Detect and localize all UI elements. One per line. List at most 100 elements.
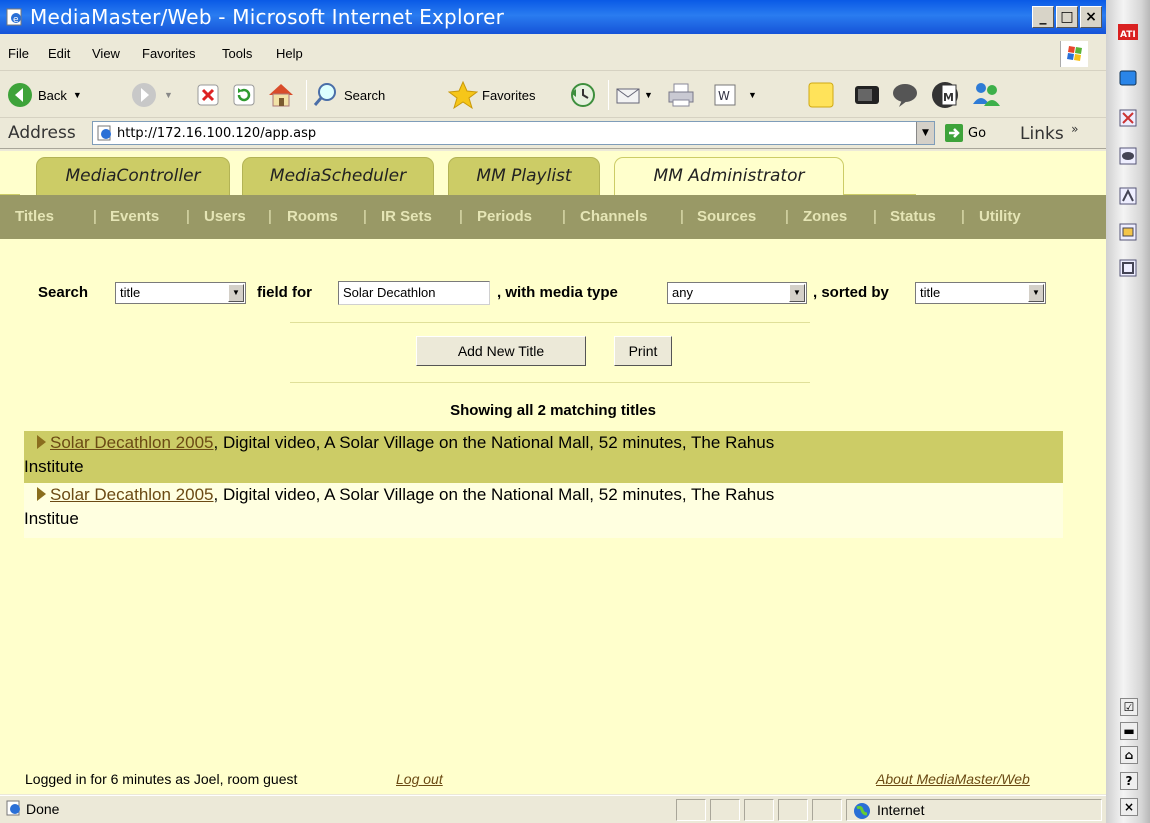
tool-icon-1[interactable] (1118, 108, 1138, 128)
title-details-cont: Institue (24, 509, 79, 528)
people-button[interactable] (970, 78, 1002, 112)
browser-window: e MediaMaster/Web - Microsoft Internet E… (0, 0, 1106, 823)
menu-tools[interactable]: Tools (222, 46, 252, 61)
close-button[interactable]: × (1080, 6, 1102, 28)
menu-help[interactable]: Help (276, 46, 303, 61)
help-icon[interactable]: ? (1120, 772, 1138, 790)
minimize-bar-icon[interactable]: ▬ (1120, 722, 1138, 740)
nav-channels[interactable]: Channels (580, 208, 648, 225)
zone-label: Internet (877, 802, 925, 818)
home-button[interactable] (266, 78, 296, 112)
media-type-select[interactable]: any ▼ (667, 282, 807, 304)
nav-sources[interactable]: Sources (697, 208, 756, 225)
tab-mediascheduler[interactable]: MediaScheduler (242, 157, 434, 195)
forward-button[interactable]: ▼ (130, 78, 173, 112)
search-field-select[interactable]: title ▼ (115, 282, 246, 304)
expand-triangle-icon[interactable] (37, 487, 46, 501)
home-small-icon[interactable]: ⌂ (1120, 746, 1138, 764)
page-icon (97, 125, 111, 141)
nav-ir-sets[interactable]: IR Sets (381, 208, 432, 225)
close-small-icon[interactable]: × (1120, 798, 1138, 816)
tab-mm-playlist[interactable]: MM Playlist (448, 157, 600, 195)
svg-text:W: W (718, 89, 730, 103)
edit-button[interactable]: W ▼ (712, 78, 757, 112)
nav-utility[interactable]: Utility (979, 208, 1021, 225)
screen-icon[interactable] (1118, 68, 1138, 88)
search-icon (313, 83, 336, 106)
menu-edit[interactable]: Edit (48, 46, 70, 61)
nav-periods[interactable]: Periods (477, 208, 532, 225)
address-dropdown-icon[interactable]: ▼ (916, 122, 934, 144)
logout-link[interactable]: Log out (396, 771, 443, 787)
sorted-by-value: title (920, 285, 941, 300)
address-input[interactable]: http://172.16.100.120/app.asp ▼ (92, 121, 935, 145)
chevron-down-icon: ▼ (228, 284, 244, 302)
media-button[interactable] (852, 78, 882, 112)
notes-button[interactable] (806, 78, 836, 112)
add-new-title-button[interactable]: Add New Title (416, 336, 586, 366)
tab-mediacontroller[interactable]: MediaController (36, 157, 230, 195)
menu-file[interactable]: File (8, 46, 29, 61)
media-type-label: , with media type (497, 284, 618, 301)
nav-users[interactable]: Users (204, 208, 246, 225)
nav-zones[interactable]: Zones (803, 208, 847, 225)
media-type-value: any (672, 285, 693, 300)
tab-mm-administrator[interactable]: MM Administrator (614, 157, 844, 195)
nav-titles[interactable]: Titles (15, 208, 54, 225)
maximize-button[interactable]: □ (1056, 6, 1078, 28)
title-details: , Digital video, A Solar Village on the … (213, 485, 775, 504)
mail-button[interactable]: ▼ (614, 78, 653, 112)
menu-view[interactable]: View (92, 46, 120, 61)
standard-toolbar: Back ▼ ▼ Search Favorites ▼ W ▼ M (0, 72, 1106, 118)
title-link[interactable]: Solar Decathlon 2005 (50, 433, 214, 452)
svg-text:ATI: ATI (1120, 30, 1136, 40)
checkbox-icon[interactable]: ☑ (1120, 698, 1138, 716)
about-link[interactable]: About MediaMaster/Web (876, 771, 1030, 787)
tool-icon-5[interactable] (1118, 258, 1138, 278)
back-arrow-icon (8, 83, 32, 107)
nav-events[interactable]: Events (110, 208, 159, 225)
search-button[interactable]: Search (312, 78, 385, 112)
print-toolbar-button[interactable] (666, 78, 696, 112)
svg-text:M: M (943, 91, 954, 104)
title-link[interactable]: Solar Decathlon 2005 (50, 485, 214, 504)
favorites-label: Favorites (482, 87, 536, 103)
edit-dropdown-icon[interactable]: ▼ (748, 90, 757, 100)
print-button[interactable]: Print (614, 336, 672, 366)
nav-rooms[interactable]: Rooms (287, 208, 338, 225)
mail-dropdown-icon[interactable]: ▼ (644, 90, 653, 100)
tool-icon-2[interactable] (1118, 146, 1138, 166)
minimize-button[interactable]: _ (1032, 6, 1054, 28)
search-query-input[interactable]: Solar Decathlon (338, 281, 490, 305)
refresh-button[interactable] (232, 78, 256, 112)
forward-dropdown-icon[interactable]: ▼ (164, 90, 173, 100)
mail-icon (616, 88, 640, 104)
expand-triangle-icon[interactable] (37, 435, 46, 449)
links-label: Links (1020, 124, 1064, 144)
tool-icon-4[interactable] (1118, 222, 1138, 242)
back-dropdown-icon[interactable]: ▼ (73, 90, 82, 100)
refresh-icon (233, 84, 255, 106)
go-button[interactable]: Go (944, 123, 986, 143)
sorted-by-select[interactable]: title ▼ (915, 282, 1046, 304)
back-button[interactable]: Back ▼ (6, 78, 82, 112)
menu-favorites[interactable]: Favorites (142, 46, 195, 61)
history-button[interactable] (568, 78, 598, 112)
page-done-icon (6, 800, 20, 816)
window-title: MediaMaster/Web - Microsoft Internet Exp… (30, 5, 505, 29)
mediamaster-button[interactable]: M (930, 78, 960, 112)
nav-status[interactable]: Status (890, 208, 936, 225)
links-button[interactable]: Links » (1020, 122, 1078, 144)
svg-text:e: e (13, 15, 19, 25)
ati-logo-icon[interactable]: ATI (1118, 22, 1138, 42)
divider (290, 382, 810, 383)
app-tabs: MediaController MediaScheduler MM Playli… (0, 151, 1106, 196)
tool-icon-3[interactable] (1118, 186, 1138, 206)
stop-button[interactable] (196, 78, 220, 112)
mediamaster-logo-icon: M (932, 82, 958, 108)
internet-globe-icon (854, 803, 870, 819)
stop-icon (197, 84, 219, 106)
messenger-button[interactable] (890, 78, 920, 112)
favorites-button[interactable]: Favorites (448, 78, 535, 112)
history-icon (571, 83, 595, 107)
